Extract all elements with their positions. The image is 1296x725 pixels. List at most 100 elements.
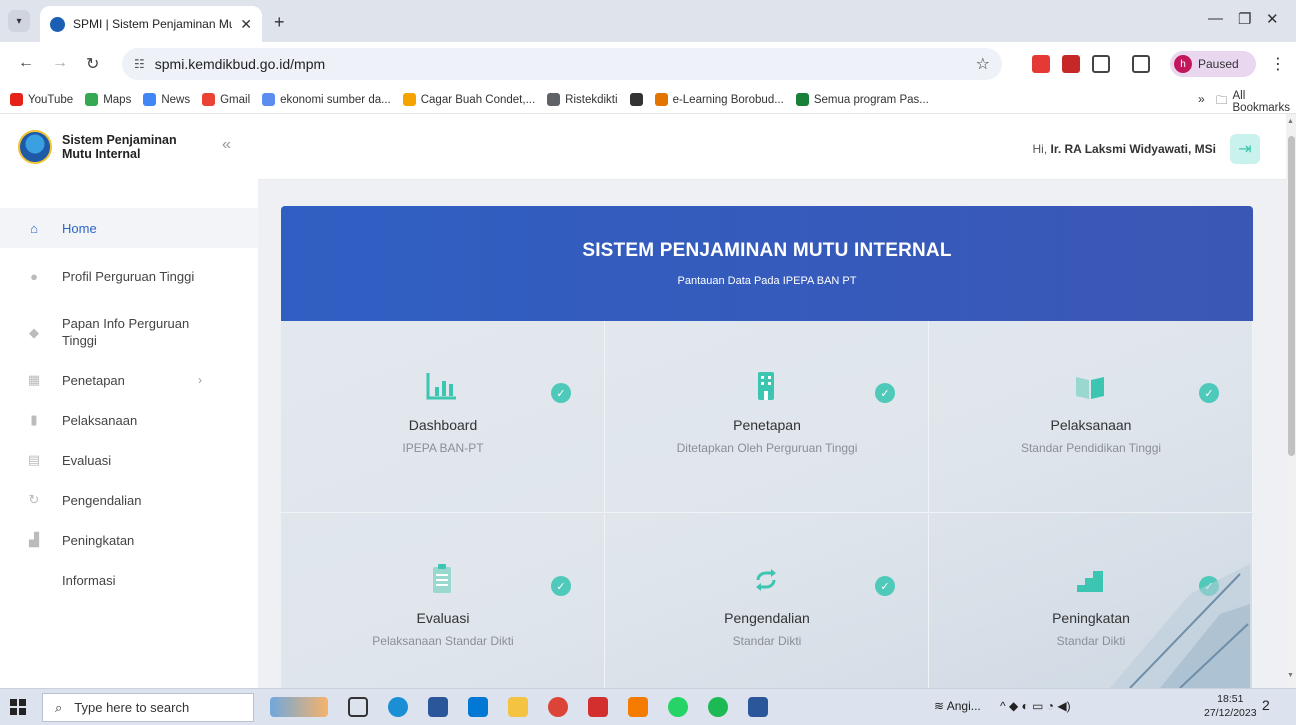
collapse-sidebar-icon[interactable]: « [222, 136, 231, 154]
sidebar-item-home[interactable]: ⌂ Home [0, 208, 258, 248]
file-explorer-icon[interactable] [508, 697, 528, 717]
word-icon[interactable] [748, 697, 768, 717]
bookmark-favicon-icon [143, 93, 157, 106]
sidebar-menu: ⌂ Home ● Profil Perguruan Tinggi ◆ Papan Info… [0, 208, 258, 600]
sidebar-item-pengendalian[interactable]: ↻ Pengendalian [0, 480, 258, 520]
logout-icon[interactable]: ⇥ [1230, 134, 1260, 164]
brand[interactable]: Sistem Penjaminan Mutu Internal [18, 130, 177, 164]
tab-title: SPMI | Sistem Penjaminan Mutu [73, 17, 233, 31]
check-icon: ✓ [551, 383, 571, 403]
all-bookmarks-button[interactable]: 🗀 All Bookmarks [1216, 90, 1296, 114]
module-card-dashboard[interactable]: ✓ Dashboard IPEPA BAN-PT [281, 321, 605, 513]
sidebar-item-label: Evaluasi [62, 452, 112, 468]
store-icon[interactable] [428, 697, 448, 717]
bookmark-item[interactable] [629, 93, 643, 106]
site-info-icon[interactable]: ☷ [134, 57, 145, 71]
bookmark-favicon-icon [795, 93, 809, 106]
bookmark-item[interactable]: Gmail [202, 93, 250, 106]
bookmark-item[interactable]: Maps [85, 93, 131, 106]
page-scrollbar[interactable]: ▲ ▼ [1286, 114, 1296, 688]
bookmark-favicon-icon [629, 93, 643, 106]
scrollbar-thumb[interactable] [1288, 136, 1295, 456]
bookmark-item[interactable]: Semua program Pas... [795, 93, 929, 106]
bookmark-item[interactable]: e-Learning Borobud... [654, 93, 784, 106]
bookmark-favicon-icon [202, 93, 216, 106]
all-bookmarks-label: All Bookmarks [1232, 90, 1291, 114]
whatsapp-icon[interactable] [668, 697, 688, 717]
app-icon[interactable] [628, 697, 648, 717]
bookmark-favicon-icon [547, 93, 561, 106]
sidebar: Sistem Penjaminan Mutu Internal « ⌂ Home ●… [0, 114, 258, 688]
module-card-peningkatan[interactable]: ✓ Peningkatan Standar Dikti [929, 514, 1253, 688]
system-clock[interactable]: 18:51 27/12/2023 [1204, 692, 1257, 720]
reload-icon[interactable]: ↻ [86, 54, 99, 74]
bookmark-star-icon[interactable]: ☆ [976, 54, 990, 74]
browser-tab-bar: ▾ SPMI | Sistem Penjaminan Mutu ✕ + — ❐ … [0, 0, 1296, 42]
taskbar-search-box[interactable]: ⌕ Type here to search [42, 693, 254, 722]
acrobat-icon[interactable] [588, 697, 608, 717]
new-tab-button[interactable]: + [274, 12, 285, 33]
sidebar-item-pelaksanaan[interactable]: ▮ Pelaksanaan [0, 400, 258, 440]
bookmark-favicon-icon [654, 93, 668, 106]
side-panel-icon[interactable] [1132, 55, 1150, 73]
address-bar[interactable]: ☷ spmi.kemdikbud.go.id/mpm ☆ [122, 48, 1002, 80]
bookmark-item[interactable]: Ristekdikti [547, 93, 618, 106]
tray-icons[interactable]: ^ ◆ ◐ ▭ ◔ ◀) [1000, 699, 1071, 713]
sidebar-item-informasi[interactable]: Informasi [0, 560, 258, 600]
windows-taskbar: ⌕ Type here to search ≋ Angi... ^ ◆ ◐ ▭ … [0, 688, 1296, 725]
module-card-title: Evaluasi [416, 610, 470, 626]
module-card-title: Pelaksanaan [1050, 417, 1132, 433]
notification-center-icon[interactable]: 2 [1262, 697, 1282, 717]
home-icon: ⌂ [30, 220, 38, 236]
check-icon: ✓ [1199, 576, 1219, 596]
chrome-icon[interactable] [548, 697, 568, 717]
tut-wuri-logo-icon [18, 130, 52, 164]
module-card-pelaksanaan[interactable]: ✓ Pelaksanaan Standar Pendidikan Tinggi [929, 321, 1253, 513]
forward-icon[interactable]: → [52, 54, 68, 72]
spotify-icon[interactable] [708, 697, 728, 717]
close-window-icon[interactable]: ✕ [1266, 10, 1279, 28]
scroll-up-icon[interactable]: ▲ [1287, 118, 1294, 125]
pdf-extension-icon[interactable] [1062, 55, 1080, 73]
tab-list-button[interactable]: ▾ [8, 10, 30, 32]
browser-menu-icon[interactable]: ⋮ [1270, 54, 1286, 74]
weather-widget[interactable]: ≋ Angi... [934, 699, 981, 713]
close-tab-icon[interactable]: ✕ [240, 16, 252, 33]
sidebar-item-evaluasi[interactable]: ▤ Evaluasi [0, 440, 258, 480]
module-card-pengendalian[interactable]: ✓ Pengendalian Standar Dikti [605, 514, 929, 688]
sidebar-item-peningkatan[interactable]: ▟ Peningkatan [0, 520, 258, 560]
bookmark-label: YouTube [28, 93, 74, 106]
check-icon: ✓ [875, 383, 895, 403]
minimize-icon[interactable]: — [1208, 10, 1223, 27]
brand-line-2: Mutu Internal [62, 147, 141, 161]
module-card-penetapan[interactable]: ✓ Penetapan Ditetapkan Oleh Perguruan Ting… [605, 321, 929, 513]
bookmark-item[interactable]: YouTube [10, 93, 73, 106]
sidebar-item-papan-info-perguruan-tinggi[interactable]: ◆ Papan Info Perguruan Tinggi [0, 304, 258, 360]
bookmark-label: Maps [103, 93, 132, 106]
sidebar-item-penetapan[interactable]: ▦ Penetapan › [0, 360, 258, 400]
scroll-down-icon[interactable]: ▼ [1287, 672, 1294, 679]
bookmark-item[interactable]: ekonomi sumber da... [262, 93, 391, 106]
windows-start-icon[interactable] [10, 699, 26, 715]
building-icon [749, 371, 783, 401]
edge-icon[interactable] [388, 697, 408, 717]
sidebar-item-label: Profil Perguruan Tinggi [62, 268, 195, 284]
task-view-icon[interactable] [348, 697, 368, 717]
bookmark-item[interactable]: Cagar Buah Condet,... [402, 93, 535, 106]
extensions-puzzle-icon[interactable] [1092, 55, 1110, 73]
bookmarks-overflow-button[interactable]: » [1198, 92, 1205, 106]
extension-icon[interactable] [1032, 55, 1050, 73]
browser-toolbar: ← → ↻ ☷ spmi.kemdikbud.go.id/mpm ☆ h Pau… [0, 42, 1296, 86]
sidebar-item-profil-perguruan-tinggi[interactable]: ● Profil Perguruan Tinggi [0, 248, 258, 304]
module-card-evaluasi[interactable]: ✓ Evaluasi Pelaksanaan Standar Dikti [281, 514, 605, 688]
sidebar-item-label: Pengendalian [62, 492, 142, 508]
profile-button[interactable]: h Paused [1170, 51, 1256, 77]
restore-icon[interactable]: ❐ [1238, 10, 1251, 28]
back-icon[interactable]: ← [18, 54, 34, 72]
browser-tab[interactable]: SPMI | Sistem Penjaminan Mutu ✕ [40, 6, 262, 42]
sidebar-item-label: Penetapan [62, 372, 125, 388]
top-bar: Hi, Ir. RA Laksmi Widyawati, MSi ⇥ [258, 114, 1286, 180]
bookmark-item[interactable]: News [143, 93, 190, 106]
mail-icon[interactable] [468, 697, 488, 717]
search-highlight-icon[interactable] [270, 697, 328, 717]
